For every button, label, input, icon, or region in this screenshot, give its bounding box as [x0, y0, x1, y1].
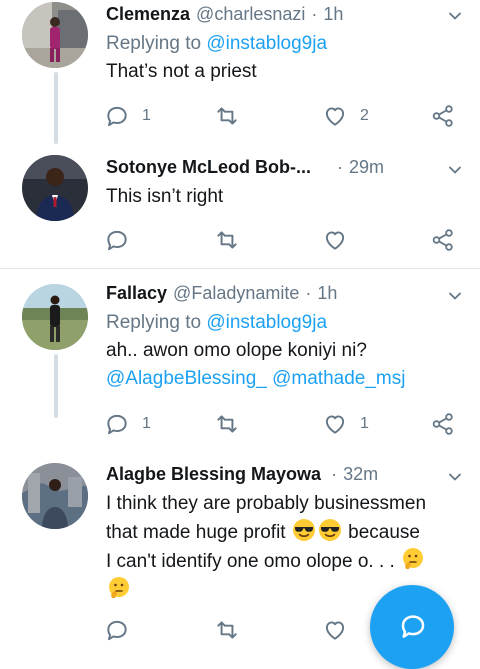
- chevron-down-icon[interactable]: [448, 289, 462, 303]
- tweet-mentions: @AlagbeBlessing_ @mathade_msj: [106, 365, 466, 393]
- retweet-button[interactable]: [214, 616, 240, 644]
- tweet-text-fragment: that made huge profit: [106, 522, 286, 543]
- username[interactable]: @charlesnazi: [196, 4, 305, 25]
- timestamp: 32m: [343, 464, 379, 484]
- share-button[interactable]: [430, 102, 456, 130]
- compose-icon: [401, 615, 425, 638]
- heart-icon: [322, 103, 348, 129]
- tweet-text: that made huge profit because: [106, 518, 466, 547]
- display-name[interactable]: Fallacy: [106, 283, 167, 304]
- tweet-text: I can't identify one omo olope o. . .: [106, 547, 466, 576]
- share-icon: [430, 227, 456, 253]
- tweet-text: That’s not a priest: [106, 61, 257, 82]
- display-name[interactable]: Clemenza: [106, 4, 190, 25]
- like-button[interactable]: [322, 226, 348, 254]
- heart-icon: [322, 227, 348, 253]
- retweet-icon: [214, 103, 240, 129]
- retweet-icon: [214, 411, 240, 437]
- avatar[interactable]: [22, 155, 88, 221]
- mention-link[interactable]: @mathade_msj: [272, 368, 405, 389]
- replying-to-handle[interactable]: @instablog9ja: [206, 33, 327, 54]
- avatar[interactable]: [22, 284, 88, 350]
- chevron-down-icon[interactable]: [448, 470, 462, 484]
- retweet-icon: [214, 227, 240, 253]
- replying-to-label: Replying to: [106, 33, 202, 54]
- like-button[interactable]: 2: [322, 102, 369, 130]
- retweet-icon: [214, 617, 240, 643]
- reply-context: Replying to @instablog9ja: [106, 30, 466, 58]
- reply-button[interactable]: 1: [104, 410, 151, 438]
- sunglasses-emoji-icon: [318, 518, 342, 542]
- timestamp: 1h: [317, 283, 338, 303]
- display-name[interactable]: Sotonye McLeod Bob-...: [106, 157, 311, 178]
- reply-icon: [104, 103, 130, 129]
- tweet-text: ah.. awon omo olope koniyi ni?: [106, 340, 367, 361]
- mention-link[interactable]: @AlagbeBlessing_: [106, 368, 267, 389]
- heart-icon: [322, 617, 348, 643]
- chevron-down-icon[interactable]: [448, 9, 462, 23]
- reply-count: 1: [142, 107, 151, 124]
- heart-icon: [322, 411, 348, 437]
- tweet-text-fragment: because: [348, 522, 420, 543]
- like-button[interactable]: 1: [322, 410, 369, 438]
- chevron-down-icon[interactable]: [448, 163, 462, 177]
- username[interactable]: @Faladynamite: [173, 283, 299, 304]
- tweet-text: I think they are probably businessmen: [106, 493, 427, 514]
- reply-button[interactable]: [104, 226, 130, 254]
- reply-context: Replying to @instablog9ja: [106, 309, 466, 337]
- tweet-text: This isn’t right: [106, 186, 224, 207]
- avatar[interactable]: [22, 463, 88, 529]
- separator: ·: [305, 283, 312, 303]
- thinking-emoji-icon: [401, 547, 425, 571]
- separator: ·: [337, 157, 343, 177]
- separator: ·: [311, 4, 318, 24]
- reply-icon: [104, 227, 130, 253]
- like-count: 1: [360, 415, 369, 432]
- tweet-text-fragment: I can't identify one omo olope o. . .: [106, 551, 395, 572]
- retweet-button[interactable]: [214, 102, 240, 130]
- retweet-button[interactable]: [214, 226, 240, 254]
- share-icon: [430, 411, 456, 437]
- timestamp: 29m: [349, 157, 385, 177]
- retweet-button[interactable]: [214, 410, 240, 438]
- thread-line: [54, 72, 58, 144]
- like-count: 2: [360, 107, 369, 124]
- share-icon: [430, 103, 456, 129]
- reply-button[interactable]: [104, 616, 130, 644]
- avatar[interactable]: [22, 2, 88, 68]
- thinking-emoji-icon: [107, 576, 131, 600]
- replying-to-handle[interactable]: @instablog9ja: [206, 312, 327, 333]
- reply-icon: [104, 411, 130, 437]
- divider: [0, 268, 480, 269]
- timestamp: 1h: [323, 4, 344, 24]
- reply-button[interactable]: 1: [104, 102, 151, 130]
- thread-line: [54, 354, 58, 418]
- display-name[interactable]: Alagbe Blessing Mayowa: [106, 464, 321, 485]
- replying-to-label: Replying to: [106, 312, 202, 333]
- share-button[interactable]: [430, 410, 456, 438]
- compose-button[interactable]: [370, 585, 454, 669]
- separator: ·: [331, 464, 338, 484]
- sunglasses-emoji-icon: [292, 518, 316, 542]
- reply-count: 1: [142, 415, 151, 432]
- reply-icon: [104, 617, 130, 643]
- like-button[interactable]: [322, 616, 348, 644]
- share-button[interactable]: [430, 226, 456, 254]
